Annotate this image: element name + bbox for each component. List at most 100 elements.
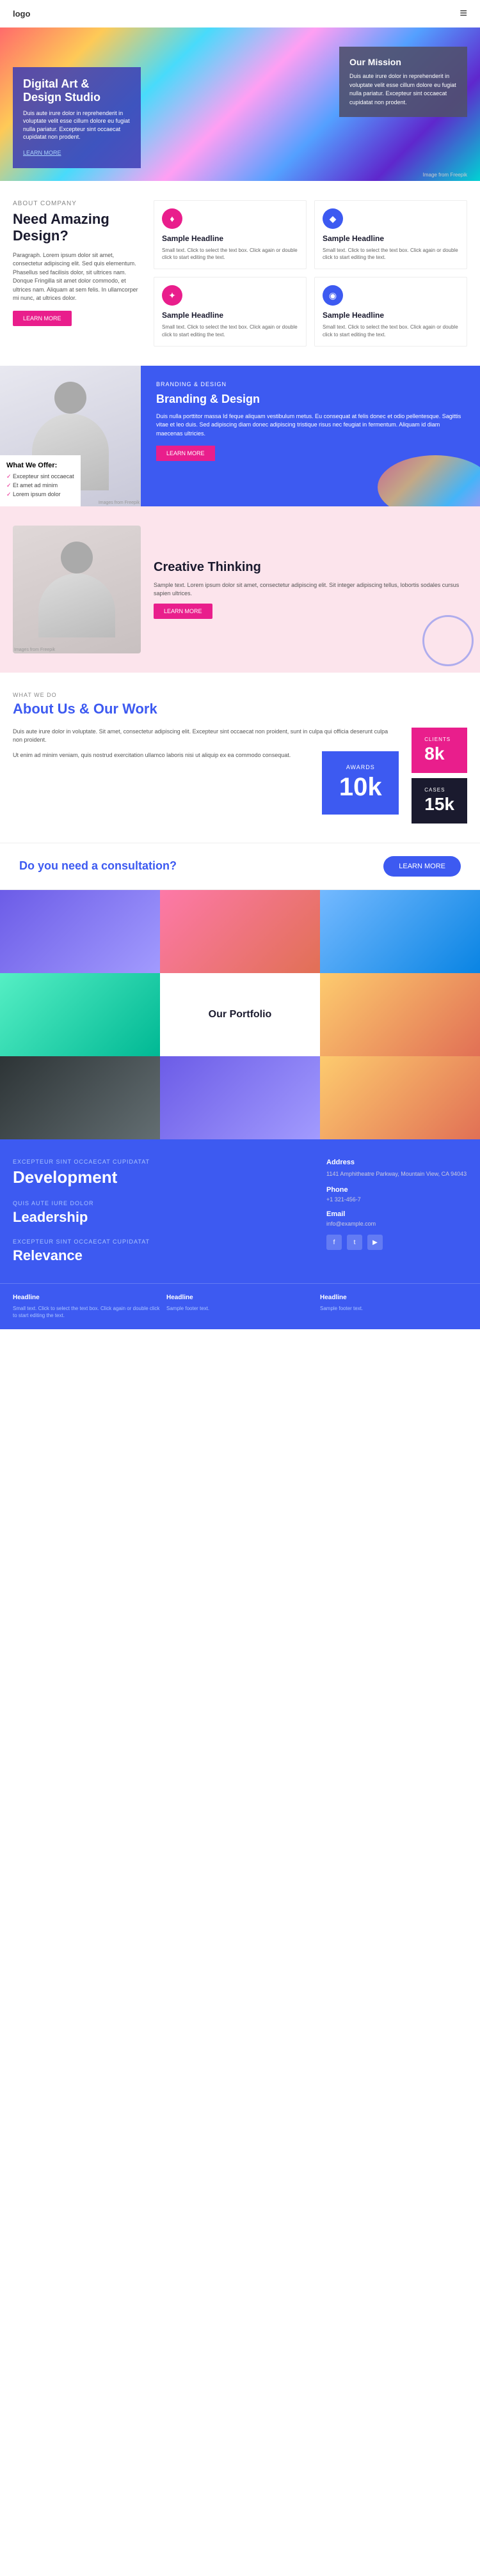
footer-col-1-body: Small text. Click to select the text box…	[13, 1305, 160, 1319]
offer-2: Et amet ad minim	[6, 482, 74, 489]
branding-body: Duis nulla porttitor massa Id feque aliq…	[156, 412, 465, 439]
cases-label: CASES	[424, 787, 454, 793]
portfolio-image-5	[320, 973, 480, 1056]
card-1-icon: ♦	[162, 208, 182, 229]
branding-heading: Branding & Design	[156, 393, 465, 406]
portfolio-heading: Our Portfolio	[209, 1009, 272, 1020]
leadership-title: Leadership	[13, 1209, 307, 1226]
footer-col-1: Headline Small text. Click to select the…	[13, 1294, 160, 1319]
consultation-learn-more-button[interactable]: LEARN MORE	[383, 856, 461, 877]
awards-box: AWARDS 10k	[322, 751, 399, 815]
menu-icon[interactable]: ≡	[460, 6, 467, 21]
consultation-heading: Do you need a consultation?	[19, 859, 177, 873]
clients-label: CLIENTS	[424, 737, 454, 742]
branding-decoration	[378, 455, 480, 506]
development-title: Development	[13, 1167, 307, 1187]
creative-image: Images from Freepik	[13, 526, 141, 653]
card-4: ◉ Sample Headline Small text. Click to s…	[314, 277, 467, 346]
creative-circle-decoration	[422, 615, 474, 666]
services-left: EXCEPTEUR SINT OCCAECAT CUPIDATAT Develo…	[13, 1159, 307, 1264]
about-work-section: WHAT WE DO About Us & Our Work Duis aute…	[0, 673, 480, 843]
card-4-body: Small text. Click to select the text box…	[323, 324, 459, 338]
portfolio-image-8	[320, 1056, 480, 1139]
branding-learn-more-button[interactable]: LEARN MORE	[156, 446, 215, 461]
about-left: ABOUT COMPANY Need Amazing Design? Parag…	[13, 200, 141, 347]
what-we-do-label: WHAT WE DO	[13, 692, 467, 698]
navigation: logo ≡	[0, 0, 480, 27]
portfolio-section: Our Portfolio	[0, 890, 480, 1139]
clients-value: 8k	[424, 744, 454, 764]
card-2-title: Sample Headline	[323, 234, 459, 243]
cases-stat: CASES 15k	[412, 778, 467, 824]
twitter-icon[interactable]: t	[347, 1235, 362, 1250]
footer-col-2-body: Sample footer text.	[166, 1305, 314, 1312]
card-1: ♦ Sample Headline Small text. Click to s…	[154, 200, 307, 269]
mission-box: Our Mission Duis aute irure dolor in rep…	[339, 47, 467, 117]
portfolio-top-row	[0, 890, 480, 973]
email-text: info@example.com	[326, 1221, 467, 1227]
branding-label: BRANDING & DESIGN	[156, 381, 465, 387]
footer: Headline Small text. Click to select the…	[0, 1283, 480, 1329]
facebook-icon[interactable]: f	[326, 1235, 342, 1250]
hero-heading: Digital Art & Design Studio	[23, 77, 131, 104]
creative-learn-more-button[interactable]: LEARN MORE	[154, 604, 212, 619]
about-work-text: Duis aute irure dolor in voluptate. Sit …	[13, 728, 399, 824]
about-body: Paragraph. Lorem ipsum dolor sit amet, c…	[13, 251, 141, 303]
stats-boxes: CLIENTS 8k CASES 15k	[412, 728, 467, 824]
offers-list: Excepteur sint occaecat Et amet ad minim…	[6, 473, 74, 498]
awards-value: 10k	[335, 773, 386, 802]
mission-body: Duis aute irure dolor in reprehenderit i…	[349, 72, 457, 107]
branding-section: What We Offer: Excepteur sint occaecat E…	[0, 366, 480, 506]
branding-image: What We Offer: Excepteur sint occaecat E…	[0, 366, 141, 506]
about-work-heading: About Us & Our Work	[13, 701, 467, 717]
clients-stat: CLIENTS 8k	[412, 728, 467, 773]
relevance-title: Relevance	[13, 1247, 307, 1264]
portfolio-image-6	[0, 1056, 160, 1139]
portfolio-label-center: Our Portfolio	[160, 973, 320, 1056]
footer-col-2-heading: Headline	[166, 1294, 314, 1301]
consultation-section: Do you need a consultation? LEARN MORE	[0, 843, 480, 890]
about-section: ABOUT COMPANY Need Amazing Design? Parag…	[0, 181, 480, 366]
card-1-title: Sample Headline	[162, 234, 298, 243]
card-2: ◆ Sample Headline Small text. Click to s…	[314, 200, 467, 269]
email-label: Email	[326, 1210, 467, 1218]
what-we-offer-panel: What We Offer: Excepteur sint occaecat E…	[0, 455, 81, 506]
footer-col-3: Headline Sample footer text.	[320, 1294, 467, 1319]
footer-col-3-heading: Headline	[320, 1294, 467, 1301]
portfolio-image-7	[160, 1056, 320, 1139]
about-label: ABOUT COMPANY	[13, 200, 141, 207]
card-4-icon: ◉	[323, 285, 343, 306]
card-3-icon: ✦	[162, 285, 182, 306]
services-section: EXCEPTEUR SINT OCCAECAT CUPIDATAT Develo…	[0, 1139, 480, 1283]
card-3-title: Sample Headline	[162, 311, 298, 320]
social-icons: f t ▶	[326, 1235, 467, 1250]
hero-learn-more[interactable]: LEARN MORE	[23, 150, 61, 156]
creative-heading: Creative Thinking	[154, 560, 467, 575]
card-3-body: Small text. Click to select the text box…	[162, 324, 298, 338]
cases-value: 15k	[424, 794, 454, 815]
about-learn-more-button[interactable]: LEARN MORE	[13, 311, 72, 326]
hero-body: Duis aute irure dolor in reprehenderit i…	[23, 109, 131, 141]
about-heading: Need Amazing Design?	[13, 211, 141, 245]
address-label: Address	[326, 1159, 467, 1166]
youtube-icon[interactable]: ▶	[367, 1235, 383, 1250]
portfolio-bottom-row: Our Portfolio	[0, 973, 480, 1056]
phone-label: Phone	[326, 1186, 467, 1194]
hero-section: Digital Art & Design Studio Duis aute ir…	[0, 27, 480, 181]
portfolio-image-3	[320, 890, 480, 973]
about-work-p1: Duis aute irure dolor in voluptate. Sit …	[13, 728, 399, 745]
card-2-icon: ◆	[323, 208, 343, 229]
leadership-sub: QUIS AUTE IURE DOLOR	[13, 1200, 307, 1206]
portfolio-image-4	[0, 973, 160, 1056]
creative-body: Sample text. Lorem ipsum dolor sit amet,…	[154, 581, 467, 598]
cards-grid: ♦ Sample Headline Small text. Click to s…	[154, 200, 467, 347]
creative-image-credit: Images from Freepik	[14, 648, 55, 652]
footer-col-3-body: Sample footer text.	[320, 1305, 467, 1312]
creative-section: Images from Freepik Creative Thinking Sa…	[0, 506, 480, 673]
about-work-p2: Ut enim ad minim veniam, quis nostrud ex…	[13, 751, 314, 760]
logo: logo	[13, 9, 30, 19]
relevance-sub: EXCEPTEUR SINT OCCAECAT CUPIDATAT	[13, 1238, 307, 1245]
creative-content: Creative Thinking Sample text. Lorem ips…	[154, 560, 467, 619]
portfolio-third-row	[0, 1056, 480, 1139]
card-2-body: Small text. Click to select the text box…	[323, 247, 459, 261]
